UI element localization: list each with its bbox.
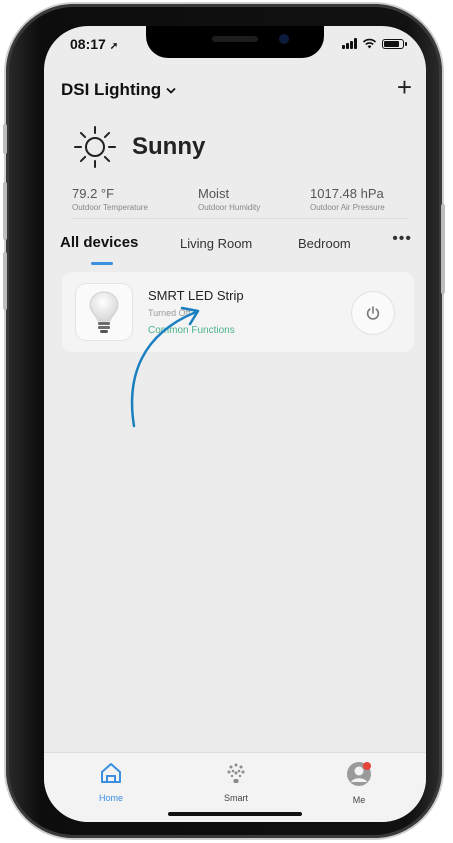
tab-living-room[interactable]: Living Room — [180, 236, 252, 251]
active-tab-indicator — [91, 262, 113, 265]
common-functions-link[interactable]: Common Functions — [148, 325, 235, 336]
device-card[interactable]: SMRT LED Strip Turned Off Common Functio… — [62, 272, 414, 352]
sun-icon — [74, 126, 116, 168]
tabbar-home[interactable]: Home — [81, 761, 141, 803]
tab-bedroom[interactable]: Bedroom — [298, 236, 351, 251]
location-arrow-icon: ➚ — [109, 41, 119, 52]
power-icon — [366, 306, 380, 320]
wifi-icon — [362, 38, 377, 49]
home-icon — [101, 763, 121, 783]
stat-label: Outdoor Humidity — [198, 203, 261, 212]
weather-summary: Sunny — [72, 124, 205, 170]
tabbar-label: Home — [98, 793, 123, 803]
stat-value: Moist — [198, 186, 230, 201]
more-tabs-button[interactable]: ••• — [392, 230, 412, 248]
status-time-text: 08:17 — [70, 36, 106, 52]
device-icon — [76, 284, 132, 340]
stat-label: Outdoor Temperature — [72, 203, 148, 212]
volume-up-button — [3, 182, 7, 240]
light-bulb-icon — [89, 291, 119, 333]
stat-value: 79.2 °F — [72, 186, 115, 201]
cellular-signal-icon — [342, 38, 357, 49]
home-title: DSI Lighting — [61, 80, 162, 99]
device-name: SMRT LED Strip — [148, 288, 244, 303]
speaker-grille — [212, 36, 258, 42]
room-tabs: All devices Living Room Bedroom — [44, 234, 426, 264]
home-indicator — [168, 812, 302, 816]
smart-icon — [227, 763, 245, 783]
add-device-button[interactable]: + — [397, 74, 412, 100]
side-button — [441, 204, 445, 294]
front-camera — [279, 34, 289, 44]
mute-switch — [3, 124, 7, 154]
status-icons — [342, 38, 407, 49]
app-screen: 08:17 ➚ DSI Lighting + Sunny 79.2 °F Out… — [44, 26, 426, 822]
stat-value: 1017.48 hPa — [310, 186, 384, 201]
tabbar-me[interactable]: Me — [329, 761, 389, 805]
power-button[interactable] — [352, 292, 394, 334]
tabbar-label: Me — [352, 795, 366, 805]
weather-condition: Sunny — [132, 133, 206, 160]
tabbar-label: Smart — [223, 793, 248, 803]
stat-label: Outdoor Air Pressure — [310, 203, 385, 212]
tabbar-smart[interactable]: Smart — [206, 761, 266, 803]
chevron-down-icon — [166, 87, 176, 94]
stat-temperature: 79.2 °F Outdoor Temperature — [72, 186, 148, 212]
volume-down-button — [3, 252, 7, 310]
status-time: 08:17 ➚ — [70, 36, 118, 52]
stat-humidity: Moist Outdoor Humidity — [198, 186, 260, 212]
phone-frame: 08:17 ➚ DSI Lighting + Sunny 79.2 °F Out… — [3, 4, 445, 838]
battery-icon — [382, 38, 407, 49]
tab-all-devices[interactable]: All devices — [60, 234, 138, 251]
divider — [72, 218, 408, 219]
profile-icon — [347, 762, 371, 786]
stat-air-pressure: 1017.48 hPa Outdoor Air Pressure — [310, 186, 385, 212]
device-status: Turned Off — [148, 308, 191, 318]
notch — [146, 26, 324, 58]
home-selector[interactable]: DSI Lighting — [61, 80, 176, 100]
